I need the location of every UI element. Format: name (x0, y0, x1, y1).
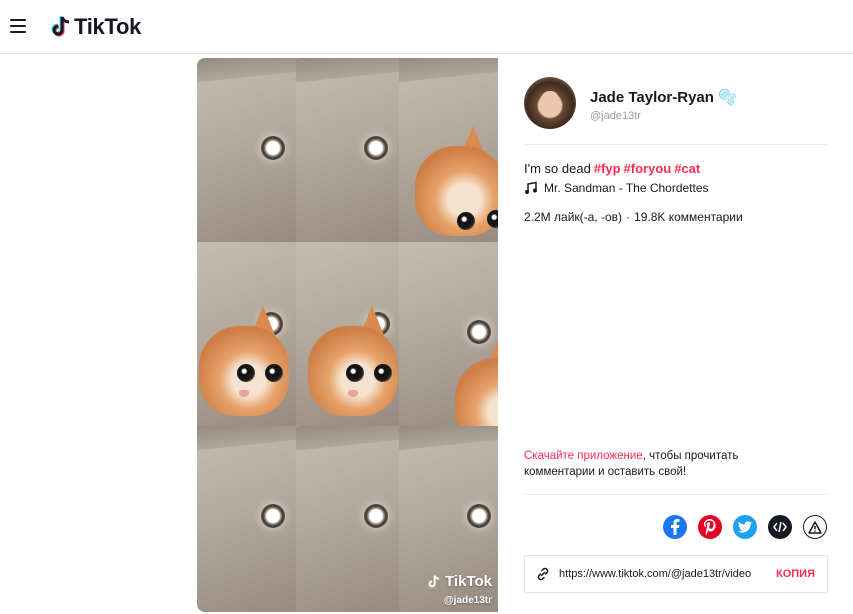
post-stats: 2.2M лайк(-а, -ов) · 19.8K комментарии (524, 210, 743, 224)
tiktok-note-icon (51, 16, 70, 37)
author-avatar[interactable] (524, 77, 576, 129)
copy-link-box: https://www.tiktok.com/@jade13tr/video К… (524, 555, 828, 593)
watermark-text: TikTok (445, 573, 492, 590)
post-details-panel: Jade Taylor-Ryan 🫧 @jade13tr I'm so dead… (498, 58, 853, 612)
video-frame (296, 426, 399, 612)
download-app-prompt: Скачайте приложение, чтобы прочитать ком… (524, 448, 784, 480)
video-frame (197, 58, 296, 242)
post-caption: I'm so dead (524, 161, 591, 176)
video-frame (296, 242, 399, 426)
tiktok-note-icon (428, 574, 440, 587)
share-buttons (663, 515, 827, 539)
music-link[interactable]: Mr. Sandman - The Chordettes (524, 181, 709, 195)
watermark-handle: @jade13tr (443, 595, 492, 606)
author-name[interactable]: Jade Taylor-Ryan 🫧 (590, 88, 737, 106)
video-watermark: TikTok (427, 573, 492, 590)
music-note-icon (525, 181, 537, 194)
music-title: Mr. Sandman - The Chordettes (544, 181, 709, 195)
comments-count: 19.8K комментарии (634, 210, 743, 224)
cat-image (199, 306, 289, 416)
hamburger-menu-icon[interactable] (10, 19, 26, 33)
pinterest-icon[interactable] (698, 515, 722, 539)
video-frame (296, 58, 399, 242)
tiktok-logo[interactable]: TikTok (50, 12, 141, 42)
facebook-icon[interactable] (663, 515, 687, 539)
hashtag-foryou[interactable]: #foryou (624, 161, 672, 176)
link-icon (537, 567, 549, 581)
video-frame (197, 426, 296, 612)
video-frame (399, 242, 498, 426)
twitter-icon[interactable] (733, 515, 757, 539)
cat-image (455, 338, 498, 426)
cat-image (308, 306, 398, 416)
post-caption-row: I'm so dead #fyp #foryou #cat (524, 161, 700, 176)
embed-icon[interactable] (768, 515, 792, 539)
logo-text: TikTok (74, 14, 142, 39)
hashtag-cat[interactable]: #cat (674, 161, 700, 176)
report-icon[interactable] (803, 515, 827, 539)
top-header: TikTok (0, 0, 853, 54)
divider (524, 494, 828, 495)
copy-link-button[interactable]: КОПИЯ (776, 568, 815, 580)
video-frame (197, 242, 296, 426)
stats-separator: · (626, 210, 631, 224)
cat-image (415, 126, 498, 236)
likes-count: 2.2M лайк(-а, -ов) (524, 210, 623, 224)
divider (524, 144, 828, 145)
hashtag-fyp[interactable]: #fyp (594, 161, 621, 176)
download-app-link[interactable]: Скачайте приложение (524, 450, 643, 462)
video-player[interactable]: TikTok @jade13tr (197, 58, 498, 612)
author-handle[interactable]: @jade13tr (590, 110, 641, 122)
video-url-field[interactable]: https://www.tiktok.com/@jade13tr/video (559, 568, 759, 580)
video-frame (399, 58, 498, 242)
